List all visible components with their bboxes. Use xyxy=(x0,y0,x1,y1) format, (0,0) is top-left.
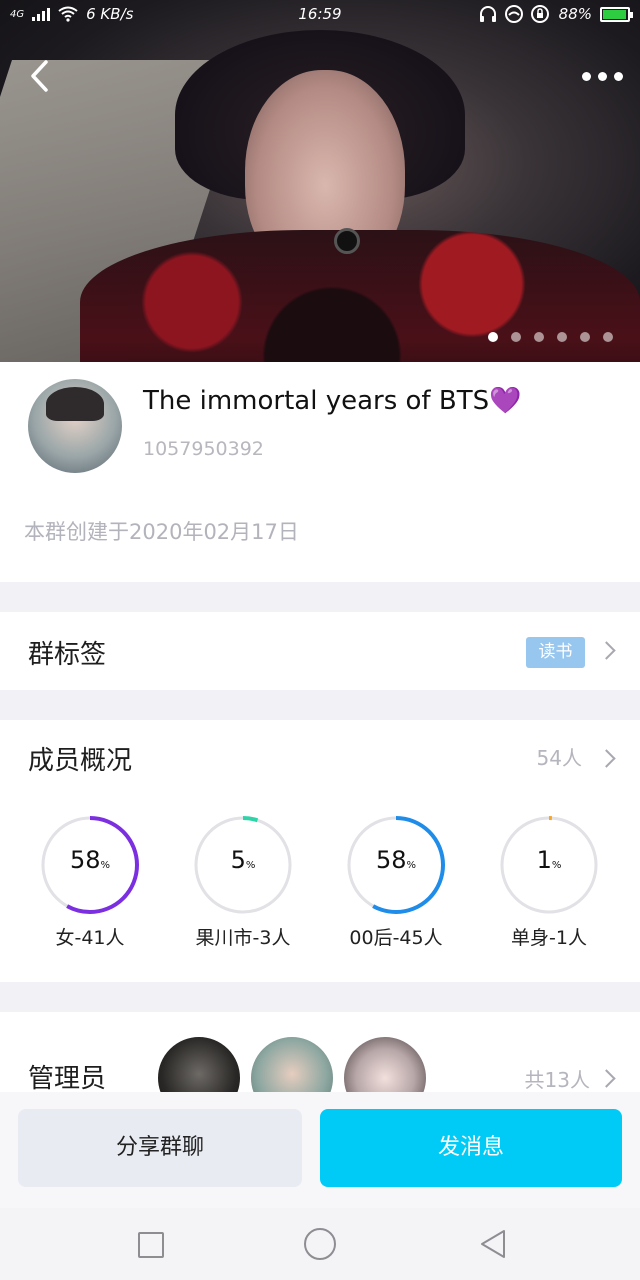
pager-dot[interactable] xyxy=(557,332,567,342)
chevron-right-icon xyxy=(597,641,616,660)
group-cover-photo[interactable] xyxy=(0,0,640,362)
cover-microphone xyxy=(334,228,360,254)
lock-icon xyxy=(530,5,549,23)
pager-dot[interactable] xyxy=(580,332,590,342)
pager-dot[interactable] xyxy=(603,332,613,342)
sync-icon xyxy=(504,5,523,23)
chevron-left-icon xyxy=(31,60,48,92)
ring-label: 00后-45人 xyxy=(349,927,443,949)
admin-avatar[interactable] xyxy=(248,1034,336,1092)
battery-icon xyxy=(600,6,633,22)
ring-label: 女-41人 xyxy=(55,927,125,949)
member-stat-ring: 1% xyxy=(500,816,598,914)
group-info-card: The immortal years of BTS💜 1057950392 本群… xyxy=(0,362,640,582)
ring-percent-value: 5 xyxy=(230,846,246,874)
photo-pager-dots[interactable] xyxy=(488,332,613,342)
more-dot-icon xyxy=(613,71,623,81)
pager-dot[interactable] xyxy=(488,332,498,342)
admins-title: 管理员 xyxy=(28,1064,107,1092)
chevron-right-icon xyxy=(597,1069,616,1088)
member-stat-ring: 5% xyxy=(194,816,292,914)
back-button[interactable] xyxy=(22,56,58,96)
ring-label: 单身-1人 xyxy=(511,927,587,949)
recent-apps-icon[interactable] xyxy=(138,1232,164,1258)
pager-dot[interactable] xyxy=(534,332,544,342)
cover-jacket xyxy=(80,230,640,362)
member-stat-ring: 58% xyxy=(347,816,445,914)
back-triangle-icon[interactable] xyxy=(478,1228,508,1260)
admin-avatar[interactable] xyxy=(155,1034,243,1092)
group-name: The immortal years of BTS💜 xyxy=(143,386,522,416)
member-stat-ring: 58% xyxy=(41,816,139,914)
group-tags-row[interactable]: 群标签 读书 xyxy=(0,612,640,690)
chevron-right-icon xyxy=(597,749,616,768)
ring-percent-value: 58 xyxy=(375,846,407,874)
ring-percent: 58% xyxy=(41,846,139,874)
group-id: 1057950392 xyxy=(143,438,264,460)
ring-percent: 58% xyxy=(347,846,445,874)
tag-chip: 读书 xyxy=(526,637,585,668)
admin-count: 共13人 xyxy=(524,1068,590,1092)
action-bar: 分享群聊 发消息 xyxy=(0,1092,640,1208)
headphones-icon xyxy=(479,6,496,22)
ring-percent-unit: % xyxy=(100,860,111,871)
system-nav-bar xyxy=(0,1208,640,1280)
admins-row[interactable]: 管理员 共13人 xyxy=(0,1012,640,1092)
admin-avatar[interactable] xyxy=(341,1034,429,1092)
ring-percent-value: 58 xyxy=(69,846,101,874)
pager-dot[interactable] xyxy=(511,332,521,342)
member-overview-card[interactable]: 成员概况 54人 58% 女-41人 5% 果川市-3人 58% 00后-45人 1% 单身-… xyxy=(0,720,640,982)
group-avatar[interactable] xyxy=(28,379,122,473)
ring-percent: 1% xyxy=(500,846,598,874)
ring-percent-unit: % xyxy=(406,860,417,871)
ring-percent: 5% xyxy=(194,846,292,874)
status-bar: 4G 6 KB/s 16:59 88% xyxy=(0,0,640,30)
more-dot-icon xyxy=(597,71,607,81)
ring-label: 果川市-3人 xyxy=(195,927,291,949)
group-tags-title: 群标签 xyxy=(28,640,107,670)
ring-percent-unit: % xyxy=(245,860,256,871)
home-icon[interactable] xyxy=(304,1228,336,1260)
ring-percent-unit: % xyxy=(551,860,562,871)
battery-percent: 88% xyxy=(558,5,592,23)
group-created-date: 本群创建于2020年02月17日 xyxy=(24,520,299,544)
more-dot-icon xyxy=(581,71,591,81)
share-group-button[interactable]: 分享群聊 xyxy=(18,1109,302,1187)
more-options-button[interactable] xyxy=(578,64,626,88)
member-count: 54人 xyxy=(536,746,582,770)
member-overview-title: 成员概况 xyxy=(28,746,133,776)
send-message-button[interactable]: 发消息 xyxy=(320,1109,622,1187)
ring-percent-value: 1 xyxy=(536,846,552,874)
